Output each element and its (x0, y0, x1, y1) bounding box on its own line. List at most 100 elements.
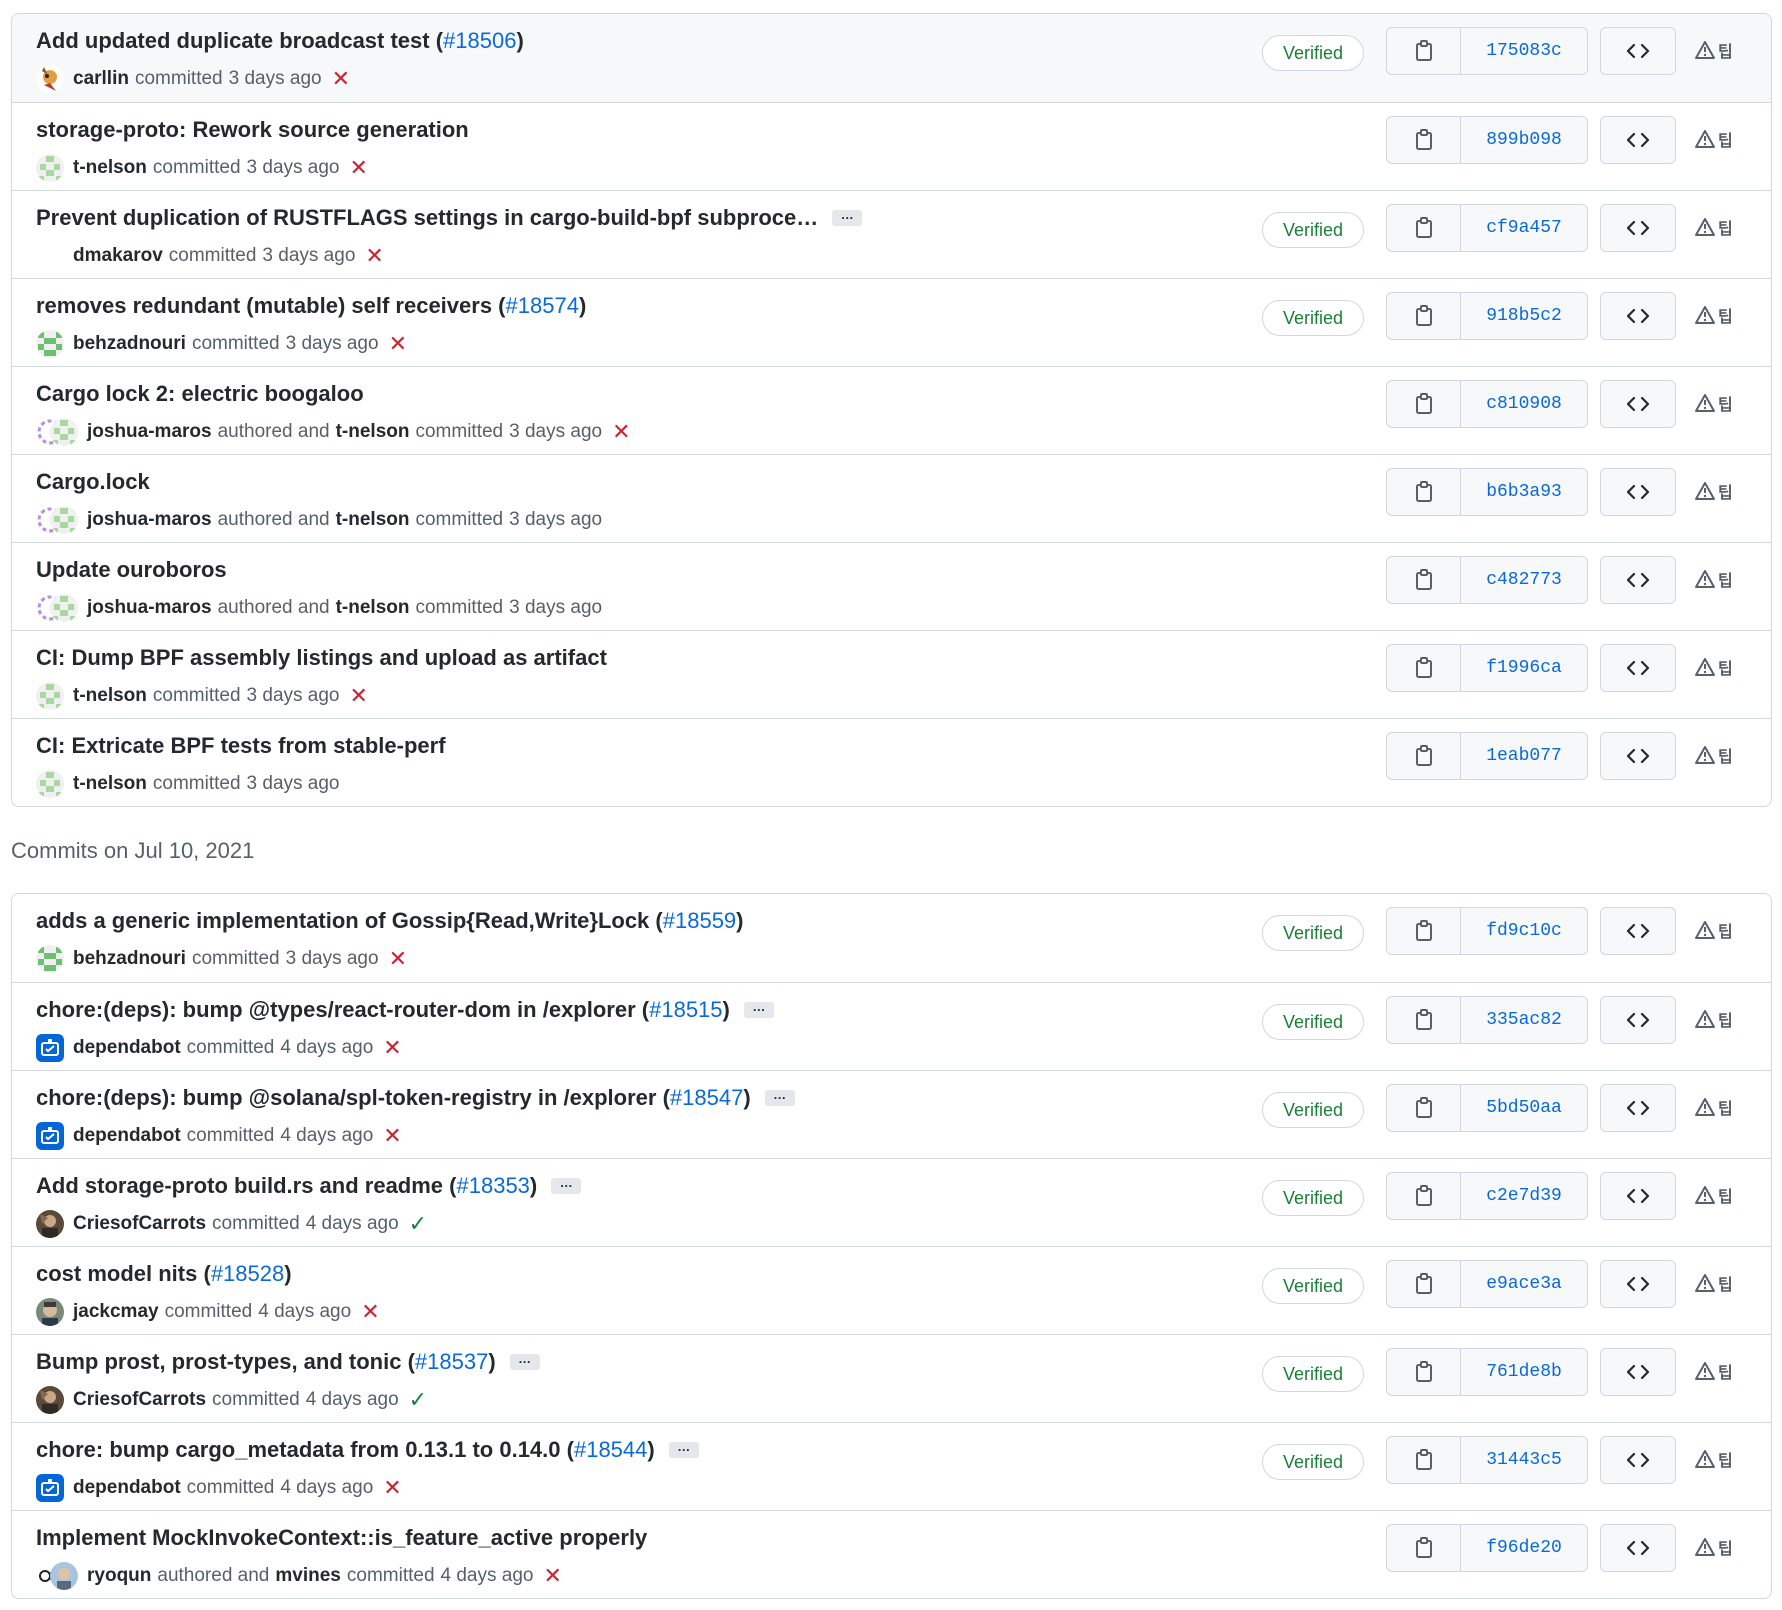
ci-fail-icon[interactable]: ✕ (383, 1477, 401, 1499)
pr-link[interactable]: #18537 (415, 1349, 488, 1375)
avatar[interactable] (36, 65, 64, 93)
commit-sha-link[interactable]: 761de8b (1461, 1349, 1587, 1395)
avatar[interactable] (36, 770, 64, 798)
pr-link[interactable]: #18559 (663, 908, 736, 934)
avatar[interactable] (50, 506, 78, 534)
verified-badge[interactable]: Verified (1262, 300, 1364, 336)
warning-triangle-icon[interactable]: 팁 (1694, 653, 1740, 681)
code-icon[interactable] (1600, 1172, 1676, 1220)
expand-message-button[interactable]: … (509, 1352, 540, 1370)
commit-sha-link[interactable]: c482773 (1461, 557, 1587, 603)
avatar[interactable] (36, 1298, 64, 1326)
clipboard-icon[interactable] (1387, 1525, 1461, 1571)
commit-title-link[interactable]: cost model nits (36, 1261, 197, 1287)
warning-triangle-icon[interactable]: 팁 (1694, 1357, 1740, 1385)
commit-sha-link[interactable]: c2e7d39 (1461, 1173, 1587, 1219)
code-icon[interactable] (1600, 204, 1676, 252)
clipboard-icon[interactable] (1387, 1261, 1461, 1307)
verified-badge[interactable]: Verified (1262, 1268, 1364, 1304)
code-icon[interactable] (1600, 907, 1676, 955)
commit-sha-link[interactable]: 918b5c2 (1461, 293, 1587, 339)
clipboard-icon[interactable] (1387, 28, 1461, 74)
warning-triangle-icon[interactable]: 팁 (1694, 389, 1740, 417)
clipboard-icon[interactable] (1387, 469, 1461, 515)
pr-link[interactable]: #18353 (457, 1173, 530, 1199)
commit-title-link[interactable]: CI: Extricate BPF tests from stable-perf (36, 733, 446, 759)
commit-sha-link[interactable]: cf9a457 (1461, 205, 1587, 251)
code-icon[interactable] (1600, 380, 1676, 428)
author-link[interactable]: CriesofCarrots (73, 1389, 206, 1411)
warning-triangle-icon[interactable]: 팁 (1694, 565, 1740, 593)
avatar[interactable] (36, 1386, 64, 1414)
commit-sha-link[interactable]: 5bd50aa (1461, 1085, 1587, 1131)
avatar[interactable] (36, 1474, 64, 1502)
committer-link[interactable]: mvines (275, 1565, 340, 1587)
ci-fail-icon[interactable]: ✕ (389, 948, 407, 970)
committer-link[interactable]: t-nelson (336, 509, 410, 531)
committer-link[interactable]: t-nelson (336, 421, 410, 443)
avatar[interactable] (36, 1210, 64, 1238)
warning-triangle-icon[interactable]: 팁 (1694, 301, 1740, 329)
clipboard-icon[interactable] (1387, 381, 1461, 427)
commit-sha-link[interactable]: f96de20 (1461, 1525, 1587, 1571)
clipboard-icon[interactable] (1387, 1437, 1461, 1483)
clipboard-icon[interactable] (1387, 733, 1461, 779)
code-icon[interactable] (1600, 468, 1676, 516)
author-link[interactable]: t-nelson (73, 157, 147, 179)
author-link[interactable]: dmakarov (73, 245, 163, 267)
code-icon[interactable] (1600, 292, 1676, 340)
warning-triangle-icon[interactable]: 팁 (1694, 916, 1740, 944)
warning-triangle-icon[interactable]: 팁 (1694, 1093, 1740, 1121)
clipboard-icon[interactable] (1387, 1173, 1461, 1219)
pr-link[interactable]: #18528 (211, 1261, 284, 1287)
ci-fail-icon[interactable]: ✕ (389, 333, 407, 355)
clipboard-icon[interactable] (1387, 645, 1461, 691)
author-link[interactable]: dependabot (73, 1125, 181, 1147)
warning-triangle-icon[interactable]: 팁 (1694, 1181, 1740, 1209)
expand-message-button[interactable]: … (668, 1440, 699, 1458)
commit-title-link[interactable]: Add updated duplicate broadcast test (36, 28, 430, 54)
warning-triangle-icon[interactable]: 팁 (1694, 1445, 1740, 1473)
ci-fail-icon[interactable]: ✕ (350, 157, 368, 179)
verified-badge[interactable]: Verified (1262, 212, 1364, 248)
clipboard-icon[interactable] (1387, 205, 1461, 251)
commit-title-link[interactable]: Bump prost, prost-types, and tonic (36, 1349, 401, 1375)
pr-link[interactable]: #18544 (574, 1437, 647, 1463)
warning-triangle-icon[interactable]: 팁 (1694, 741, 1740, 769)
avatar[interactable] (36, 682, 64, 710)
verified-badge[interactable]: Verified (1262, 1004, 1364, 1040)
verified-badge[interactable]: Verified (1262, 35, 1364, 71)
commit-sha-link[interactable]: e9ace3a (1461, 1261, 1587, 1307)
code-icon[interactable] (1600, 27, 1676, 75)
author-link[interactable]: joshua-maros (87, 597, 212, 619)
clipboard-icon[interactable] (1387, 557, 1461, 603)
commit-title-link[interactable]: Update ouroboros (36, 557, 227, 583)
ci-success-icon[interactable]: ✓ (409, 1213, 427, 1235)
author-link[interactable]: ryoqun (87, 1565, 151, 1587)
avatar[interactable] (36, 154, 64, 182)
pr-link[interactable]: #18547 (670, 1085, 743, 1111)
author-link[interactable]: t-nelson (73, 685, 147, 707)
commit-sha-link[interactable]: 175083c (1461, 28, 1587, 74)
avatar[interactable] (36, 1034, 64, 1062)
pr-link[interactable]: #18574 (506, 293, 579, 319)
verified-badge[interactable]: Verified (1262, 1092, 1364, 1128)
warning-triangle-icon[interactable]: 팁 (1694, 36, 1740, 64)
code-icon[interactable] (1600, 556, 1676, 604)
commit-title-link[interactable]: removes redundant (mutable) self receive… (36, 293, 492, 319)
commit-sha-link[interactable]: 1eab077 (1461, 733, 1587, 779)
avatar[interactable] (36, 242, 64, 270)
commit-title-link[interactable]: chore:(deps): bump @types/react-router-d… (36, 997, 636, 1023)
commit-sha-link[interactable]: fd9c10c (1461, 908, 1587, 954)
code-icon[interactable] (1600, 1084, 1676, 1132)
commit-sha-link[interactable]: c810908 (1461, 381, 1587, 427)
author-link[interactable]: behzadnouri (73, 948, 186, 970)
verified-badge[interactable]: Verified (1262, 1180, 1364, 1216)
avatar[interactable] (50, 418, 78, 446)
author-link[interactable]: dependabot (73, 1477, 181, 1499)
clipboard-icon[interactable] (1387, 117, 1461, 163)
warning-triangle-icon[interactable]: 팁 (1694, 1269, 1740, 1297)
pr-link[interactable]: #18515 (649, 997, 722, 1023)
clipboard-icon[interactable] (1387, 997, 1461, 1043)
commit-title-link[interactable]: Add storage-proto build.rs and readme (36, 1173, 443, 1199)
